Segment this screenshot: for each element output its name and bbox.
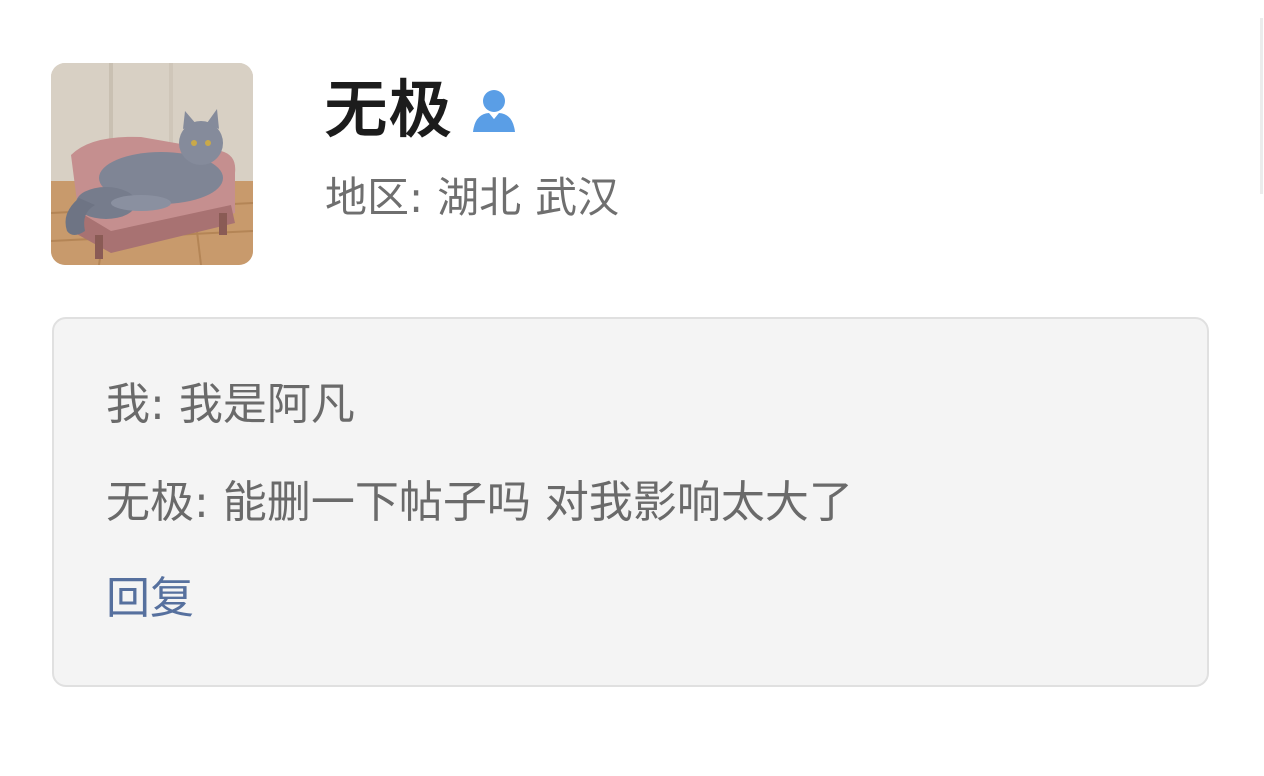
region-label: 地区: xyxy=(325,173,424,222)
message-line: 我: 我是阿凡 xyxy=(106,375,355,435)
avatar[interactable] xyxy=(51,63,253,265)
message-line: 无极: 能删一下帖子吗 对我影响太大了 xyxy=(106,473,853,533)
reply-link[interactable]: 回复 xyxy=(106,569,194,629)
user-verified-icon xyxy=(471,86,517,134)
profile-message-page: 无极 地区: 湖北 武汉 我: 我是阿凡 无极: 能删一下帖子吗 对我影响太大了 回… xyxy=(0,0,1264,776)
message-box: 我: 我是阿凡 无极: 能删一下帖子吗 对我影响太大了 回复 xyxy=(52,317,1209,687)
profile-header: 无极 xyxy=(325,72,517,148)
scrollbar[interactable] xyxy=(1260,18,1263,194)
region-info: 地区: 湖北 武汉 xyxy=(325,168,633,228)
region-city: 武汉 xyxy=(535,173,620,222)
message-text: 我是阿凡 xyxy=(178,379,355,430)
cat-avatar-image xyxy=(51,63,253,265)
profile-name[interactable]: 无极 xyxy=(325,72,453,148)
message-sender: 无极: xyxy=(106,477,209,528)
message-sender: 我: xyxy=(106,379,165,430)
message-text: 能删一下帖子吗 对我影响太大了 xyxy=(222,477,853,528)
region-province: 湖北 xyxy=(437,173,522,222)
